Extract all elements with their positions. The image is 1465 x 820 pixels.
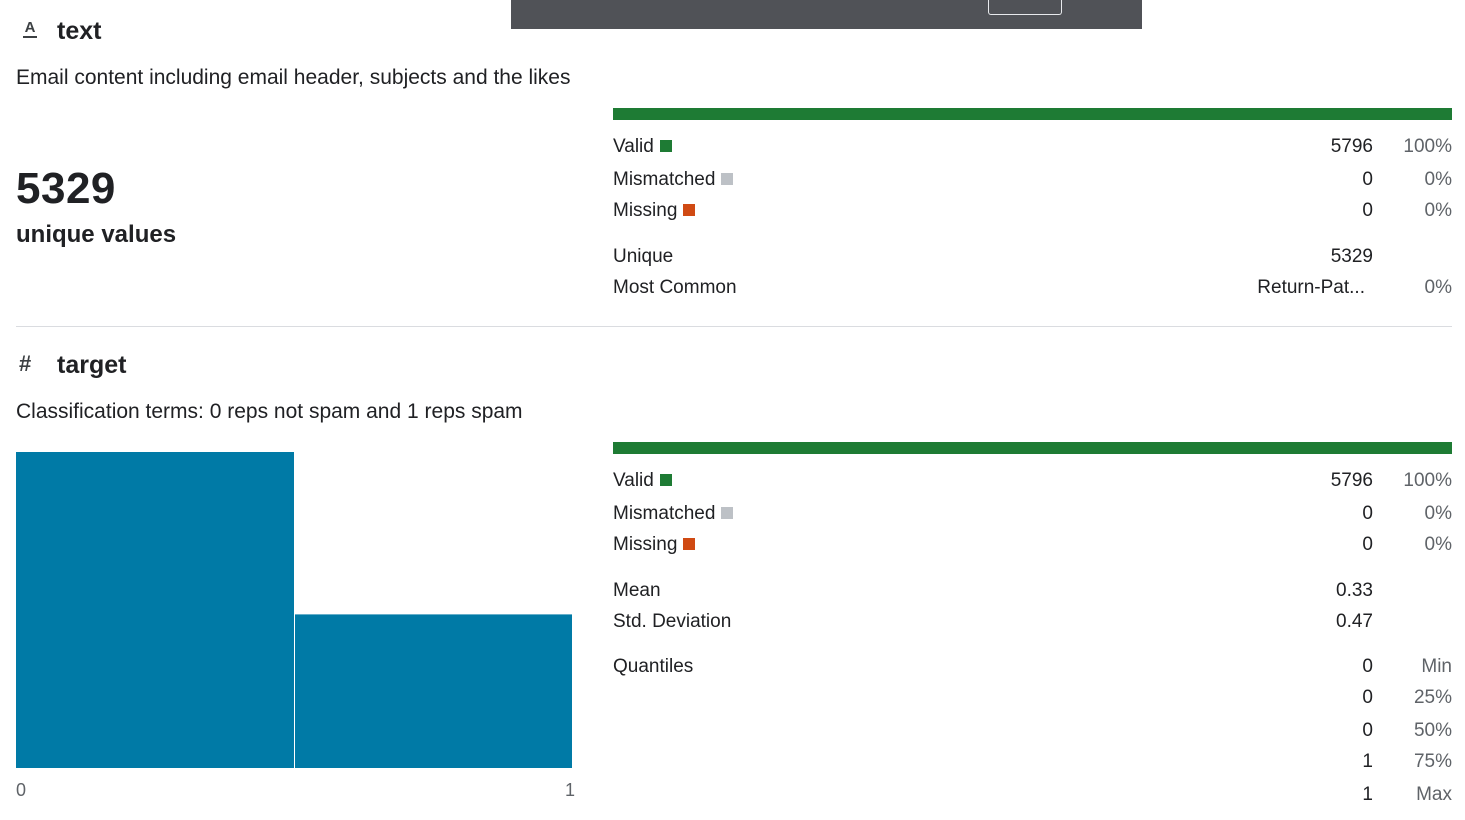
missing-swatch [683,204,696,216]
mismatched-percent: 0% [1424,169,1452,190]
unique-count: 5329 [16,164,116,213]
missing-label: Missing [613,534,696,556]
column-name: target [57,351,127,379]
valid-swatch [659,140,672,152]
valid-count: 5796 [1330,470,1373,491]
validity-bar [613,108,1452,120]
text-type-icon: A [20,18,40,45]
missing-count: 0 [1362,200,1373,221]
std-deviation-value: 0.47 [1336,611,1373,632]
valid-label: Valid [613,470,672,492]
mismatched-swatch [721,507,734,519]
histogram-bar[interactable] [16,452,294,768]
column-name: text [57,17,102,45]
quantile-value: 0 [1362,656,1373,677]
histogram [16,452,576,777]
notification-toast [511,0,1142,29]
quantile-value: 0 [1362,687,1373,708]
unique-count-label: unique values [16,221,177,248]
most-common-value: Return-Pat... [1257,277,1365,298]
histogram-x-tick: 1 [565,780,576,800]
validity-bar [613,442,1452,454]
svg-text:A: A [25,19,36,36]
quantile-value: 0 [1362,720,1373,741]
mismatched-count: 0 [1362,503,1373,524]
missing-label: Missing [613,200,696,222]
column-description: Classification terms: 0 reps not spam an… [16,400,523,423]
toast-action-button[interactable] [988,0,1062,15]
missing-percent: 0% [1424,200,1452,221]
numeric-type-icon: # [19,351,32,376]
missing-count: 0 [1362,534,1373,555]
histogram-x-tick: 0 [16,780,27,800]
unique-label: Unique [613,246,674,267]
mismatched-swatch [721,173,734,185]
valid-label: Valid [613,136,672,158]
mismatched-count: 0 [1362,169,1373,190]
valid-percent: 100% [1403,136,1452,157]
valid-percent: 100% [1403,470,1452,491]
std-deviation-label: Std. Deviation [613,611,732,632]
quantile-name: 25% [1413,687,1452,708]
histogram-bar[interactable] [295,614,572,768]
quantiles-label: Quantiles [613,656,694,677]
most-common-percent: 0% [1424,277,1452,298]
missing-swatch [683,538,696,550]
valid-count: 5796 [1330,136,1373,157]
quantile-name: 50% [1413,720,1452,741]
quantile-name: 75% [1413,751,1452,772]
mismatched-percent: 0% [1424,503,1452,524]
mismatched-label: Mismatched [613,169,734,191]
quantile-name: Min [1421,656,1452,677]
quantile-value: 1 [1362,751,1373,772]
mean-label: Mean [613,580,661,601]
quantile-value: 1 [1362,784,1373,805]
column-description: Email content including email header, su… [16,66,571,89]
valid-swatch [659,474,672,486]
most-common-label: Most Common [613,277,737,298]
quantile-name: Max [1416,784,1452,805]
missing-percent: 0% [1424,534,1452,555]
column-divider [16,326,1452,327]
unique-value: 5329 [1330,246,1373,267]
mismatched-label: Mismatched [613,503,734,525]
mean-value: 0.33 [1336,580,1373,601]
